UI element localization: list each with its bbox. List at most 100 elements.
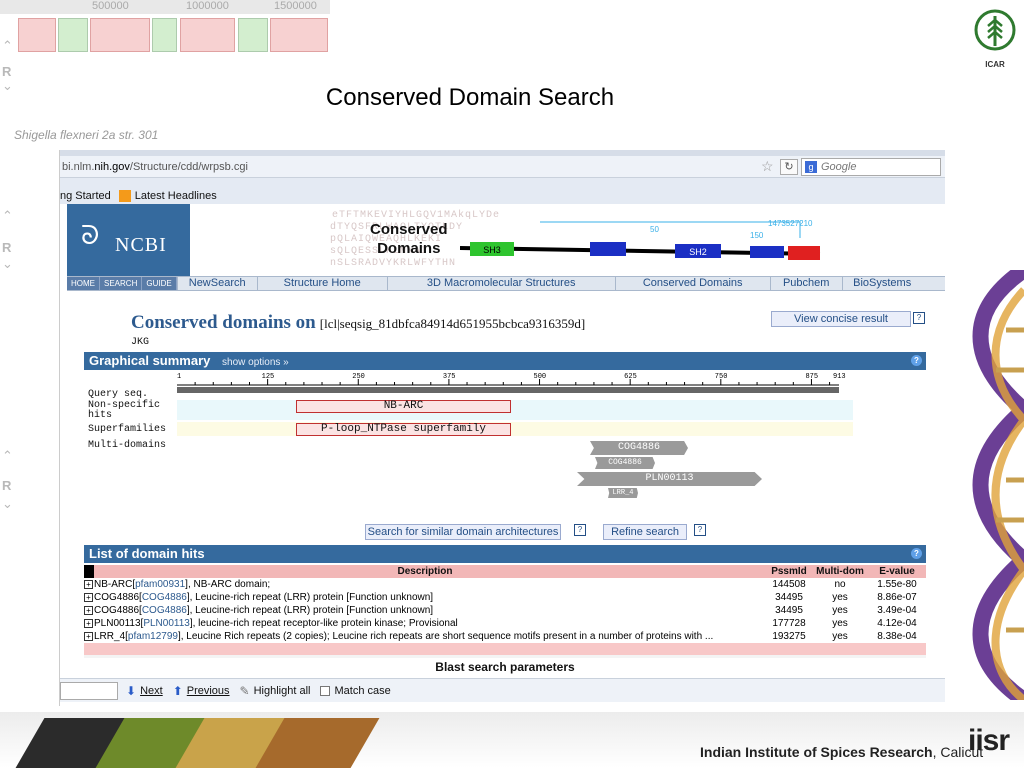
- search-placeholder: Google: [821, 160, 857, 173]
- bookmark-getting-started[interactable]: ng Started: [60, 190, 111, 202]
- ruler-tick-label: 375: [443, 373, 456, 381]
- lrr4-domain[interactable]: LRR_4: [608, 488, 638, 498]
- ncbi-swirl-icon: ᘐ: [81, 220, 100, 250]
- results-title: Conserved domains on [lcl|seqsig_81dbfca8…: [131, 312, 585, 334]
- help-icon[interactable]: ?: [911, 548, 922, 559]
- find-next-button[interactable]: ⬇ Next: [126, 684, 163, 698]
- row-label: Multi-domains: [88, 440, 167, 451]
- hit-accession-link[interactable]: COG4886: [142, 605, 187, 616]
- show-options-link[interactable]: show options »: [222, 357, 289, 368]
- genome-segment: [238, 18, 268, 52]
- bookmark-latest-headlines[interactable]: Latest Headlines: [135, 190, 217, 202]
- url-text[interactable]: bi.nlm.nih.gov/Structure/cdd/wrpsb.cgi: [62, 161, 761, 173]
- ruler-tick-label: 913: [833, 373, 846, 381]
- nav-biosystems[interactable]: BioSystems: [841, 277, 922, 290]
- ruler-tick-label: 1: [177, 373, 181, 381]
- slide-title: Conserved Domain Search: [325, 84, 615, 111]
- gi-label: 1473527210: [768, 219, 813, 228]
- browser-window: bi.nlm.nih.gov/Structure/cdd/wrpsb.cgi ☆…: [59, 150, 945, 706]
- help-icon[interactable]: ?: [694, 524, 706, 536]
- ruler-tick-label: 125: [262, 373, 275, 381]
- nb-arc-domain[interactable]: NB-ARC: [296, 400, 511, 413]
- rss-icon: [118, 189, 131, 202]
- similar-architectures-button[interactable]: Search for similar domain architectures: [365, 524, 561, 540]
- table-row[interactable]: + PLN00113[PLN00113], leucine-rich repeat…: [84, 617, 926, 630]
- hit-accession-link[interactable]: PLN00113: [143, 618, 190, 629]
- expand-icon[interactable]: +: [84, 632, 93, 641]
- view-concise-button[interactable]: View concise result: [771, 311, 911, 327]
- nav-home[interactable]: HOME: [67, 277, 100, 290]
- find-previous-button[interactable]: ⬆ Previous: [173, 684, 230, 698]
- query-ruler: 1 125 250 375 500 625 750 875 913: [177, 373, 846, 393]
- hit-evalue: 1.55e-80: [868, 578, 926, 591]
- table-footer: [84, 643, 926, 655]
- header-multidom: Multi-dom: [812, 565, 868, 578]
- nav-pubchem[interactable]: Pubchem: [769, 277, 842, 290]
- genome-segment: [180, 18, 235, 52]
- cog4886-domain[interactable]: COG4886: [595, 457, 655, 469]
- reload-icon[interactable]: ↻: [780, 158, 798, 175]
- nav-structure-home[interactable]: Structure Home: [256, 277, 387, 290]
- table-row[interactable]: + NB-ARC[pfam00931], NB-ARC domain; 144508…: [84, 578, 926, 591]
- arrow-up-icon: ⬆: [172, 683, 183, 698]
- match-case-label: Match case: [334, 684, 391, 697]
- ruler-label: 500000: [92, 0, 129, 12]
- arrow-down-icon: ⬇: [126, 683, 137, 698]
- genome-segment: [90, 18, 150, 52]
- hit-evalue: 8.86e-07: [868, 591, 926, 604]
- highlighter-icon: ✎: [239, 683, 250, 698]
- hit-description: + LRR_4[pfam12799], Leucine Rich repeats …: [84, 630, 766, 643]
- graphical-summary-bar: Graphical summary show options » ?: [84, 352, 926, 370]
- ncbi-header: ᘐ NCBI eTFTMKEVIYHLGQV1MAkqLYDe dTYQSFRL…: [60, 204, 945, 276]
- organism-label: Shigella flexneri 2a str. 301: [14, 128, 159, 142]
- nav-newsearch[interactable]: NewSearch: [176, 277, 257, 290]
- position-label: 50: [650, 225, 659, 234]
- hit-desc: , Leucine-rich repeat (LRR) protein [Fun…: [189, 605, 434, 616]
- nav-search[interactable]: SEARCH: [100, 277, 143, 290]
- nav-conserved-domains[interactable]: Conserved Domains: [614, 277, 770, 290]
- ruler-label: 1500000: [274, 0, 317, 12]
- expand-icon[interactable]: +: [84, 606, 93, 615]
- ruler-tick-label: 250: [352, 373, 365, 381]
- cog4886-domain[interactable]: COG4886: [590, 441, 688, 455]
- domain-block: [750, 246, 784, 258]
- hit-accession-link[interactable]: pfam00931: [135, 579, 185, 590]
- hit-name: COG4886: [94, 592, 140, 603]
- find-input[interactable]: [60, 681, 118, 700]
- header-evalue: E-value: [868, 565, 926, 578]
- help-icon[interactable]: ?: [574, 524, 586, 536]
- ncbi-logo[interactable]: ᘐ NCBI: [67, 204, 190, 276]
- hit-accession-link[interactable]: pfam12799: [128, 631, 178, 642]
- web-search-input[interactable]: g Google: [801, 157, 941, 176]
- expand-icon[interactable]: +: [84, 593, 93, 602]
- help-icon[interactable]: ?: [911, 355, 922, 366]
- expand-icon[interactable]: +: [84, 619, 93, 628]
- ruler-tick-label: 500: [534, 373, 547, 381]
- p-loop-superfamily[interactable]: P-loop_NTPase superfamily: [296, 423, 511, 436]
- hit-desc: , leucine-rich repeat receptor-like prot…: [192, 618, 458, 629]
- table-row[interactable]: + COG4886[COG4886], Leucine-rich repeat (…: [84, 604, 926, 617]
- graphical-summary-title: Graphical summary: [89, 353, 211, 368]
- sh3-label: SH3: [483, 245, 501, 255]
- help-icon[interactable]: ?: [913, 312, 925, 324]
- match-case-checkbox[interactable]: Match case: [320, 684, 391, 697]
- nav-guide[interactable]: GUIDE: [142, 277, 177, 290]
- hit-name: PLN00113: [94, 618, 141, 629]
- pln00113-domain[interactable]: PLN00113: [577, 472, 762, 486]
- bookmark-star-icon[interactable]: ☆: [761, 158, 777, 175]
- table-row[interactable]: + LRR_4[pfam12799], Leucine Rich repeats …: [84, 630, 926, 643]
- expand-all-icon[interactable]: [84, 565, 94, 578]
- address-bar[interactable]: bi.nlm.nih.gov/Structure/cdd/wrpsb.cgi ☆…: [60, 156, 945, 178]
- position-label: 150: [750, 231, 764, 240]
- query-name: JKG: [131, 337, 150, 348]
- table-row[interactable]: + COG4886[COG4886], Leucine-rich repeat (…: [84, 591, 926, 604]
- hit-accession-link[interactable]: COG4886: [142, 592, 187, 603]
- checkbox-icon: [320, 685, 331, 696]
- find-previous-label: Previous: [186, 684, 230, 697]
- genome-segment: [152, 18, 177, 52]
- expand-icon[interactable]: +: [84, 580, 93, 589]
- hit-description: + PLN00113[PLN00113], leucine-rich repeat…: [84, 617, 766, 630]
- highlight-all-button[interactable]: ✎ Highlight all: [240, 684, 311, 698]
- refine-search-button[interactable]: Refine search: [603, 524, 687, 540]
- nav-3d-structures[interactable]: 3D Macromolecular Structures: [386, 277, 615, 290]
